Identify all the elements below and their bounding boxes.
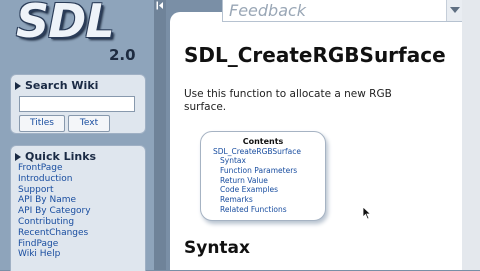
quick-link-wiki-help[interactable]: Wiki Help bbox=[18, 249, 91, 260]
scrollbar[interactable] bbox=[462, 0, 480, 270]
quick-link-api-by-name[interactable]: API By Name bbox=[18, 195, 91, 206]
quick-link-findpage[interactable]: FindPage bbox=[18, 239, 91, 250]
quick-links-header[interactable]: Quick Links bbox=[15, 150, 96, 163]
feedback-label: Feedback bbox=[229, 1, 307, 20]
page-description: Use this function to allocate a new RGB … bbox=[184, 88, 392, 113]
toc-link-return-value[interactable]: Return Value bbox=[220, 176, 297, 186]
toc-title: Contents bbox=[242, 137, 284, 146]
mouse-pointer-icon bbox=[362, 205, 372, 220]
search-wiki-header[interactable]: Search Wiki bbox=[15, 79, 98, 92]
quick-links-panel: Quick Links FrontPage Introduction Suppo… bbox=[10, 145, 146, 271]
search-input[interactable] bbox=[19, 96, 135, 112]
table-of-contents: Contents SDL_CreateRGBSurface Syntax Fun… bbox=[200, 131, 326, 221]
quick-link-frontpage[interactable]: FrontPage bbox=[18, 163, 91, 174]
titles-button[interactable]: Titles bbox=[19, 115, 65, 132]
toc-link-related-functions[interactable]: Related Functions bbox=[220, 205, 297, 215]
toc-link-syntax[interactable]: Syntax bbox=[220, 156, 297, 166]
quick-links-title: Quick Links bbox=[25, 150, 97, 163]
toc-link-function-parameters[interactable]: Function Parameters bbox=[220, 166, 297, 176]
logo-text: SDL bbox=[16, 0, 115, 48]
chevron-down-icon[interactable] bbox=[446, 0, 463, 21]
quick-link-support[interactable]: Support bbox=[18, 185, 91, 196]
page-title: SDL_CreateRGBSurface bbox=[184, 43, 446, 67]
quick-link-recentchanges[interactable]: RecentChanges bbox=[18, 228, 91, 239]
section-heading-syntax: Syntax bbox=[184, 238, 250, 258]
feedback-dropdown[interactable]: Feedback bbox=[222, 0, 464, 22]
sdl-logo[interactable]: SDL 2.0 bbox=[6, 0, 148, 68]
quick-link-api-by-category[interactable]: API By Category bbox=[18, 206, 91, 217]
toc-link-remarks[interactable]: Remarks bbox=[220, 195, 297, 205]
main-content: SDL_CreateRGBSurface Use this function t… bbox=[170, 12, 480, 270]
quick-link-introduction[interactable]: Introduction bbox=[18, 174, 91, 185]
search-wiki-panel: Search Wiki Titles Text bbox=[10, 74, 146, 134]
collapse-sidebar-icon[interactable] bbox=[156, 1, 164, 10]
toc-link-root[interactable]: SDL_CreateRGBSurface bbox=[213, 147, 301, 156]
quick-links-list: FrontPage Introduction Support API By Na… bbox=[18, 163, 91, 260]
logo-version: 2.0 bbox=[109, 46, 136, 64]
text-button[interactable]: Text bbox=[68, 115, 110, 132]
toc-list: Syntax Function Parameters Return Value … bbox=[220, 156, 297, 215]
sidebar-collapse-strip[interactable] bbox=[154, 0, 166, 270]
toc-link-code-examples[interactable]: Code Examples bbox=[220, 185, 297, 195]
quick-link-contributing[interactable]: Contributing bbox=[18, 217, 91, 228]
sidebar: SDL 2.0 Search Wiki Titles Text Quick Li… bbox=[0, 0, 154, 271]
collapse-triangle-icon bbox=[15, 152, 21, 161]
collapse-triangle-icon bbox=[15, 81, 21, 90]
search-wiki-title: Search Wiki bbox=[25, 79, 99, 92]
